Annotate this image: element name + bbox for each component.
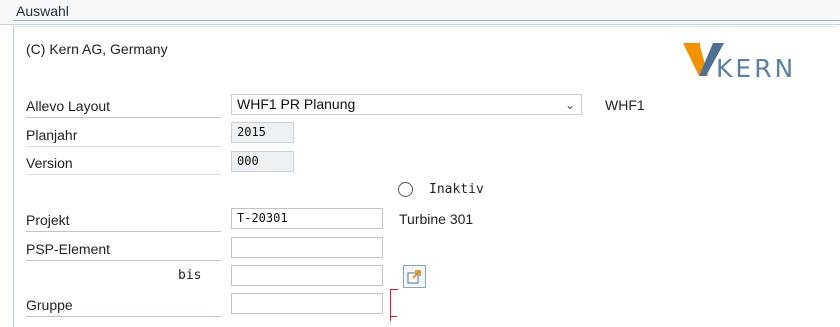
layout-label: Allevo Layout [26,95,221,118]
layout-dropdown-value: WHF1 PR Planung [237,96,356,112]
section-title: Auswahl [16,3,69,19]
projekt-description: Turbine 301 [399,211,474,227]
inaktiv-radio[interactable] [398,182,413,197]
projekt-label: Projekt [26,209,221,232]
version-field: 000 [231,151,294,172]
copyright-text: (C) Kern AG, Germany [26,41,168,57]
psp-to-label: bis [178,268,202,283]
multiple-selection-icon [407,270,421,284]
gruppe-input[interactable] [231,293,383,314]
header-divider [13,20,840,21]
planjahr-field: 2015 [231,122,294,143]
psp-label: PSP-Element [26,238,221,261]
inaktiv-label: Inaktiv [429,182,484,197]
layout-dropdown[interactable]: WHF1 PR Planung ⌄ [231,94,582,115]
projekt-input[interactable]: T-20301 [231,208,383,229]
psp-to-input[interactable] [231,265,383,286]
multiple-selection-button[interactable] [403,265,426,288]
psp-from-input[interactable] [231,237,383,258]
section-header: Auswahl [0,0,840,25]
version-label: Version [26,152,221,175]
logo-wordmark: KERN [716,54,797,83]
required-marker-bottom [390,316,397,317]
chevron-down-icon[interactable]: ⌄ [565,96,575,115]
layout-code: WHF1 [605,97,645,113]
gruppe-label: Gruppe [26,294,221,317]
planjahr-label: Planjahr [26,124,221,147]
